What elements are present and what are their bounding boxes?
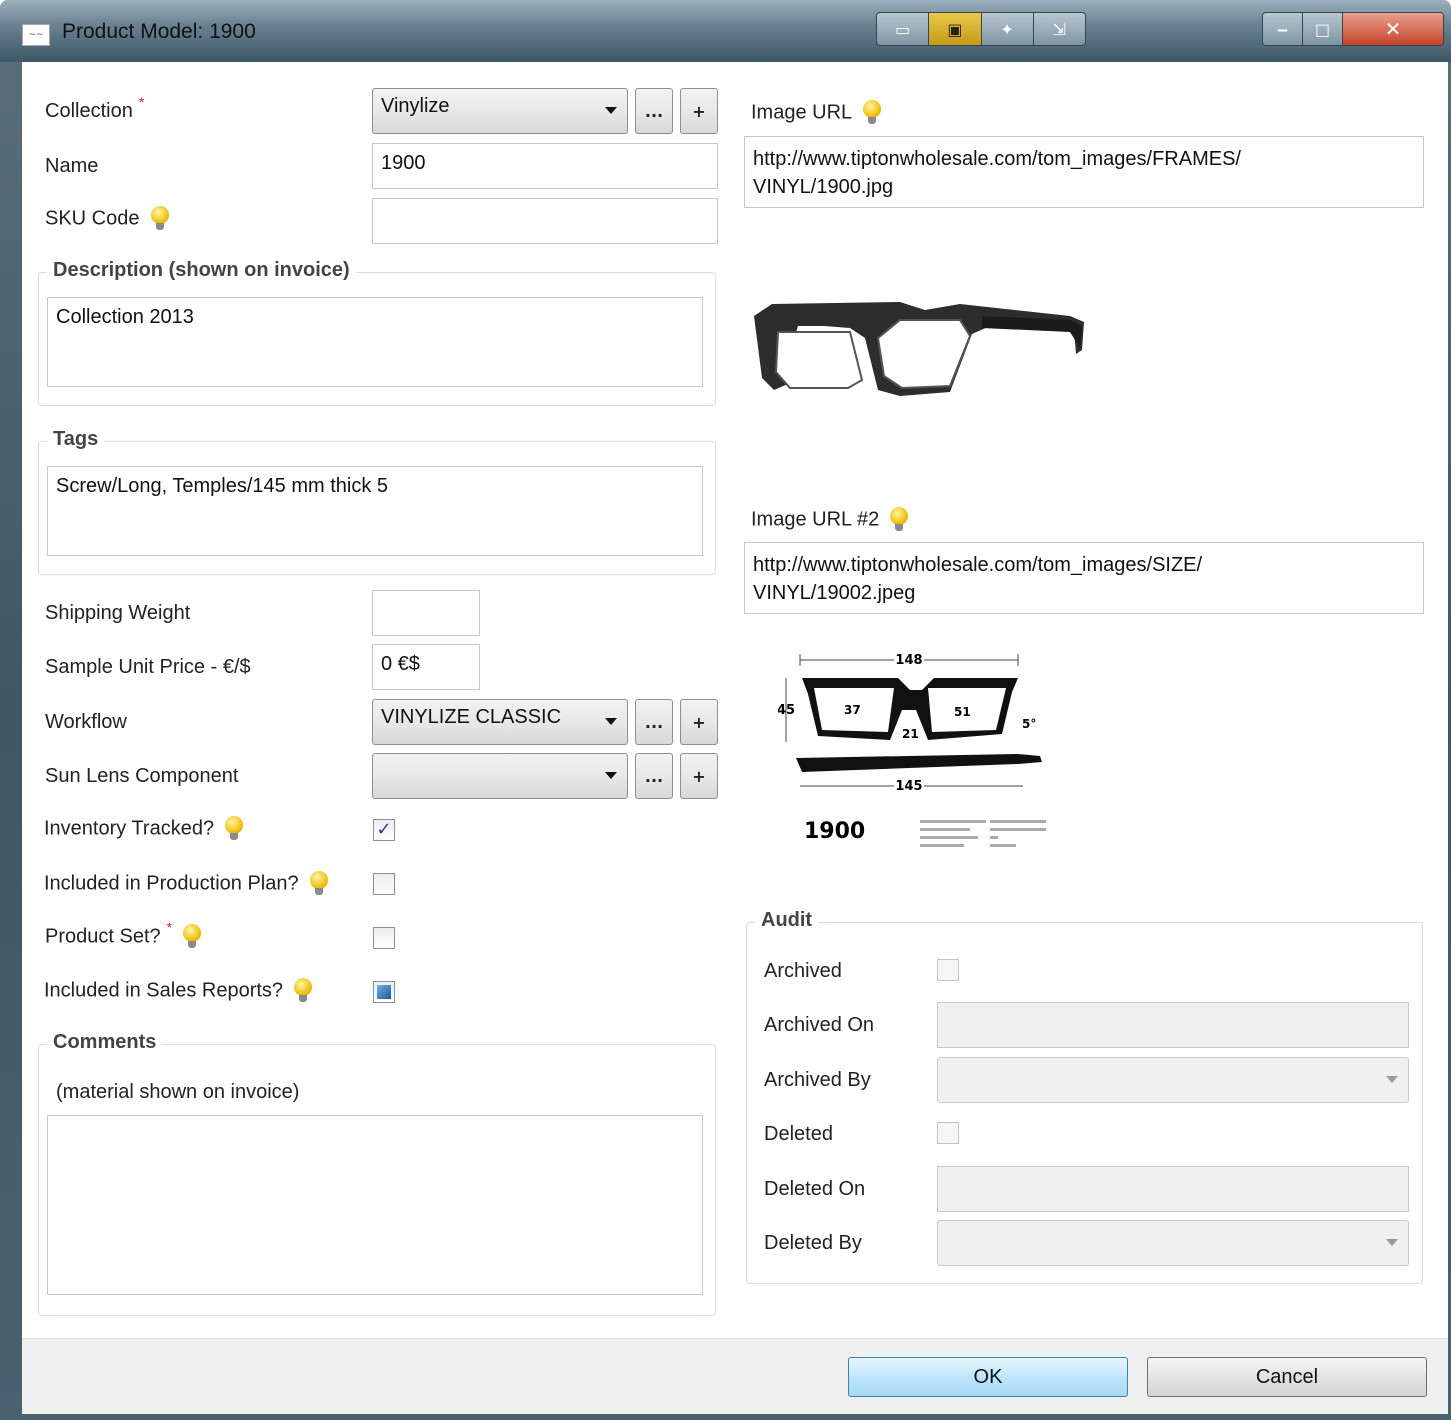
comments-group: Comments (material shown on invoice)	[38, 1031, 716, 1316]
deleted-by-combo[interactable]	[937, 1220, 1409, 1266]
image-url-input[interactable]: http://www.tiptonwholesale.com/tom_image…	[744, 136, 1424, 208]
comments-title: Comments	[47, 1031, 163, 1054]
lens-left-label: 37	[844, 703, 861, 717]
deleted-label: Deleted	[764, 1123, 833, 1145]
sun-lens-add-button[interactable]: +	[680, 753, 718, 799]
audit-title: Audit	[755, 909, 819, 932]
collection-combo[interactable]: Vinylize	[372, 88, 628, 134]
product-set-label: Product Set? *	[45, 919, 202, 950]
comments-hint: (material shown on invoice)	[56, 1081, 300, 1103]
sample-price-label: Sample Unit Price - €/$	[45, 656, 251, 678]
dialog-window: ~~ Product Model: 1900 ▭ ▣ ✦ ⇲ ‒ □ ✕ Col…	[0, 0, 1451, 1420]
specs-legend	[920, 820, 1046, 847]
dock-icon[interactable]: ▭	[877, 13, 930, 45]
temple-label: 145	[895, 779, 922, 794]
inventory-tracked-label: Inventory Tracked?	[44, 816, 244, 842]
image-url2-label: Image URL #2	[751, 507, 909, 533]
deleted-checkbox[interactable]	[937, 1122, 959, 1144]
chevron-down-icon	[605, 718, 617, 725]
workflow-combo[interactable]: VINYLIZE CLASSIC	[372, 699, 628, 745]
shipping-weight-label: Shipping Weight	[45, 602, 191, 624]
tags-title: Tags	[47, 428, 105, 451]
lightbulb-icon	[889, 507, 909, 533]
archived-by-combo[interactable]	[937, 1057, 1409, 1103]
tags-group: Tags Screw/Long, Temples/145 mm thick 5	[38, 428, 716, 575]
archived-by-label: Archived By	[764, 1069, 871, 1091]
window-controls: ‒ □ ✕	[1262, 12, 1444, 46]
shipping-weight-input[interactable]	[372, 590, 480, 636]
production-plan-label: Included in Production Plan?	[44, 871, 329, 897]
comments-textarea[interactable]	[47, 1115, 703, 1295]
dialog-footer: OK Cancel	[22, 1338, 1448, 1414]
tags-textarea[interactable]: Screw/Long, Temples/145 mm thick 5	[47, 466, 703, 556]
pin-icon[interactable]: ✦	[982, 13, 1034, 45]
resize-icon[interactable]: ⇲	[1034, 13, 1085, 45]
sun-lens-label: Sun Lens Component	[45, 765, 239, 787]
lightbulb-icon	[862, 100, 882, 126]
sku-input[interactable]	[372, 198, 718, 244]
sample-price-input[interactable]: 0 €$	[372, 644, 480, 690]
window-title: Product Model: 1900	[62, 20, 256, 43]
archived-checkbox[interactable]	[937, 959, 959, 981]
lightbulb-icon	[150, 206, 170, 232]
collection-add-button[interactable]: +	[680, 88, 718, 134]
lightbulb-icon	[182, 924, 202, 950]
name-label: Name	[45, 155, 99, 177]
chevron-down-icon	[1386, 1076, 1398, 1083]
chevron-down-icon	[1386, 1239, 1398, 1246]
height-label: 45	[778, 703, 795, 718]
collection-label: Collection *	[45, 94, 145, 122]
deleted-by-label: Deleted By	[764, 1232, 862, 1254]
sun-lens-combo[interactable]	[372, 753, 628, 799]
workflow-label: Workflow	[45, 711, 127, 733]
model-number: 1900	[804, 819, 865, 844]
description-title: Description (shown on invoice)	[47, 259, 356, 282]
production-plan-checkbox[interactable]	[373, 873, 395, 895]
image-url2-input[interactable]: http://www.tiptonwholesale.com/tom_image…	[744, 542, 1424, 614]
archived-label: Archived	[764, 960, 842, 982]
image-url-label: Image URL	[751, 100, 882, 126]
description-textarea[interactable]: Collection 2013	[47, 297, 703, 387]
sales-reports-label: Included in Sales Reports?	[44, 978, 313, 1004]
deleted-on-label: Deleted On	[764, 1178, 866, 1200]
title-bar[interactable]: ~~ Product Model: 1900 ▭ ▣ ✦ ⇲ ‒ □ ✕	[0, 0, 1451, 62]
product-set-checkbox[interactable]	[373, 927, 395, 949]
dialog-body: Collection * Vinylize ... + Name 1900 SKU…	[22, 62, 1448, 1414]
lightbulb-icon	[309, 871, 329, 897]
window-toolbar: ▭ ▣ ✦ ⇲	[876, 12, 1086, 46]
lens-right-label: 51	[954, 705, 971, 719]
name-input[interactable]: 1900	[372, 143, 718, 189]
sku-label: SKU Code	[45, 206, 170, 232]
angle-label: 5°	[1022, 717, 1036, 731]
inventory-tracked-checkbox[interactable]	[373, 819, 395, 841]
sun-lens-browse-button[interactable]: ...	[635, 753, 673, 799]
archived-on-input[interactable]	[937, 1002, 1409, 1048]
sales-reports-checkbox[interactable]	[373, 981, 395, 1003]
bridge-label: 21	[902, 727, 919, 741]
width-label: 148	[895, 653, 922, 668]
workflow-add-button[interactable]: +	[680, 699, 718, 745]
audit-group: Audit Archived Archived On Archived By D…	[746, 909, 1423, 1284]
ok-button[interactable]: OK	[848, 1357, 1128, 1397]
deleted-on-input[interactable]	[937, 1166, 1409, 1212]
workflow-browse-button[interactable]: ...	[635, 699, 673, 745]
chevron-down-icon	[605, 772, 617, 779]
app-logo-icon: ~~	[22, 24, 50, 46]
minimize-button[interactable]: ‒	[1263, 13, 1303, 45]
cancel-button[interactable]: Cancel	[1147, 1357, 1427, 1397]
size-diagram: 148 45 37 51 21 5° 145 1900	[777, 650, 1078, 864]
lightbulb-icon	[293, 978, 313, 1004]
close-button[interactable]: ✕	[1343, 13, 1443, 45]
description-group: Description (shown on invoice) Collectio…	[38, 259, 716, 406]
chevron-down-icon	[605, 107, 617, 114]
maximize-button[interactable]: □	[1303, 13, 1343, 45]
archived-on-label: Archived On	[764, 1014, 875, 1036]
window-icon[interactable]: ▣	[929, 13, 982, 45]
lightbulb-icon	[224, 816, 244, 842]
collection-browse-button[interactable]: ...	[635, 88, 673, 134]
product-image	[750, 292, 1090, 406]
